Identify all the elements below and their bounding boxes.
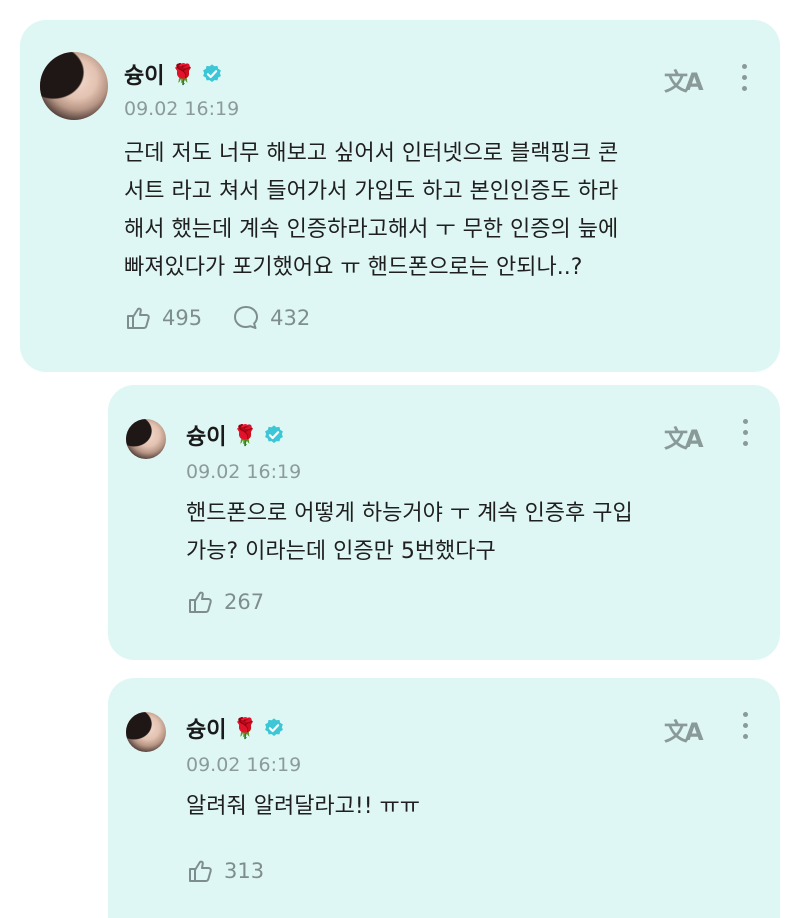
comment-button[interactable]: 432 (232, 304, 310, 332)
author-name[interactable]: 슝이 (186, 419, 226, 451)
post-line: 알려줘 알려달라고!! ㅠㅠ (186, 794, 421, 819)
avatar[interactable] (40, 52, 108, 120)
post-line: 해서 했는데 계속 인증하라고해서 ㅜ 무한 인증의 늪에 (124, 217, 619, 242)
avatar[interactable] (126, 712, 166, 752)
rose-emoji: 🌹 (232, 716, 258, 740)
post-stats: 313 (186, 858, 264, 884)
verified-badge-icon (265, 718, 284, 736)
post-card-1[interactable]: 슝이 🌹 09.02 16:19 文A 근데 저도 너무 해보고 싶어서 인터넷… (20, 20, 780, 372)
author-row: 슝이 🌹 (186, 712, 285, 744)
post-body: 알려줘 알려달라고!! ㅠㅠ (186, 788, 420, 826)
like-count: 313 (224, 859, 265, 883)
like-count: 267 (224, 590, 265, 614)
post-time: 09.02 16:19 (186, 754, 302, 776)
like-icon (189, 591, 212, 613)
post-stats: 267 (186, 589, 264, 615)
author-row: 슝이 🌹 (186, 419, 285, 451)
author-row: 슝이 🌹 (124, 58, 223, 90)
post-line: 빠져있다가 포기했어요 ㅠ 핸드폰으로는 안되나..? (124, 255, 583, 280)
like-button[interactable]: 313 (186, 858, 264, 884)
post-line: 가능? 이라는데 인증만 5번했다구 (186, 539, 496, 564)
translate-icon[interactable]: 文A (664, 419, 704, 454)
avatar[interactable] (126, 419, 166, 459)
comment-icon (234, 306, 259, 329)
post-line: 핸드폰으로 어떻게 하능거야 ㅜ 계속 인증후 구입 (186, 501, 633, 526)
author-name[interactable]: 슝이 (124, 58, 164, 90)
rose-emoji: 🌹 (232, 423, 258, 447)
like-count: 495 (162, 306, 203, 330)
post-body: 핸드폰으로 어떻게 하능거야 ㅜ 계속 인증후 구입 가능? 이라는데 인증만 … (186, 495, 633, 571)
rose-emoji: 🌹 (170, 62, 196, 86)
post-time: 09.02 16:19 (124, 98, 240, 120)
more-icon[interactable] (742, 712, 748, 742)
translate-icon[interactable]: 文A (664, 712, 704, 747)
post-line: 근데 저도 너무 해보고 싶어서 인터넷으로 블랙핑크 콘 (124, 141, 619, 166)
verified-badge-icon (203, 64, 222, 82)
post-card-2[interactable]: 슝이 🌹 09.02 16:19 文A 핸드폰으로 어떻게 하능거야 ㅜ 계속 … (108, 385, 780, 660)
like-button[interactable]: 267 (186, 589, 264, 615)
comment-count: 432 (270, 306, 311, 330)
more-icon[interactable] (742, 419, 748, 449)
like-button[interactable]: 495 (124, 305, 202, 331)
like-icon (127, 307, 150, 329)
post-line: 서트 라고 쳐서 들어가서 가입도 하고 본인인증도 하라 (124, 179, 619, 204)
post-card-3[interactable]: 슝이 🌹 09.02 16:19 文A 알려줘 알려달라고!! ㅠㅠ 313 (108, 678, 780, 918)
verified-badge-icon (265, 425, 284, 443)
like-icon (189, 860, 212, 882)
post-stats: 495 432 (124, 304, 310, 332)
post-body: 근데 저도 너무 해보고 싶어서 인터넷으로 블랙핑크 콘 서트 라고 쳐서 들… (124, 135, 618, 287)
author-name[interactable]: 슝이 (186, 712, 226, 744)
more-icon[interactable] (741, 64, 747, 94)
translate-icon[interactable]: 文A (664, 62, 704, 97)
post-time: 09.02 16:19 (186, 461, 302, 483)
